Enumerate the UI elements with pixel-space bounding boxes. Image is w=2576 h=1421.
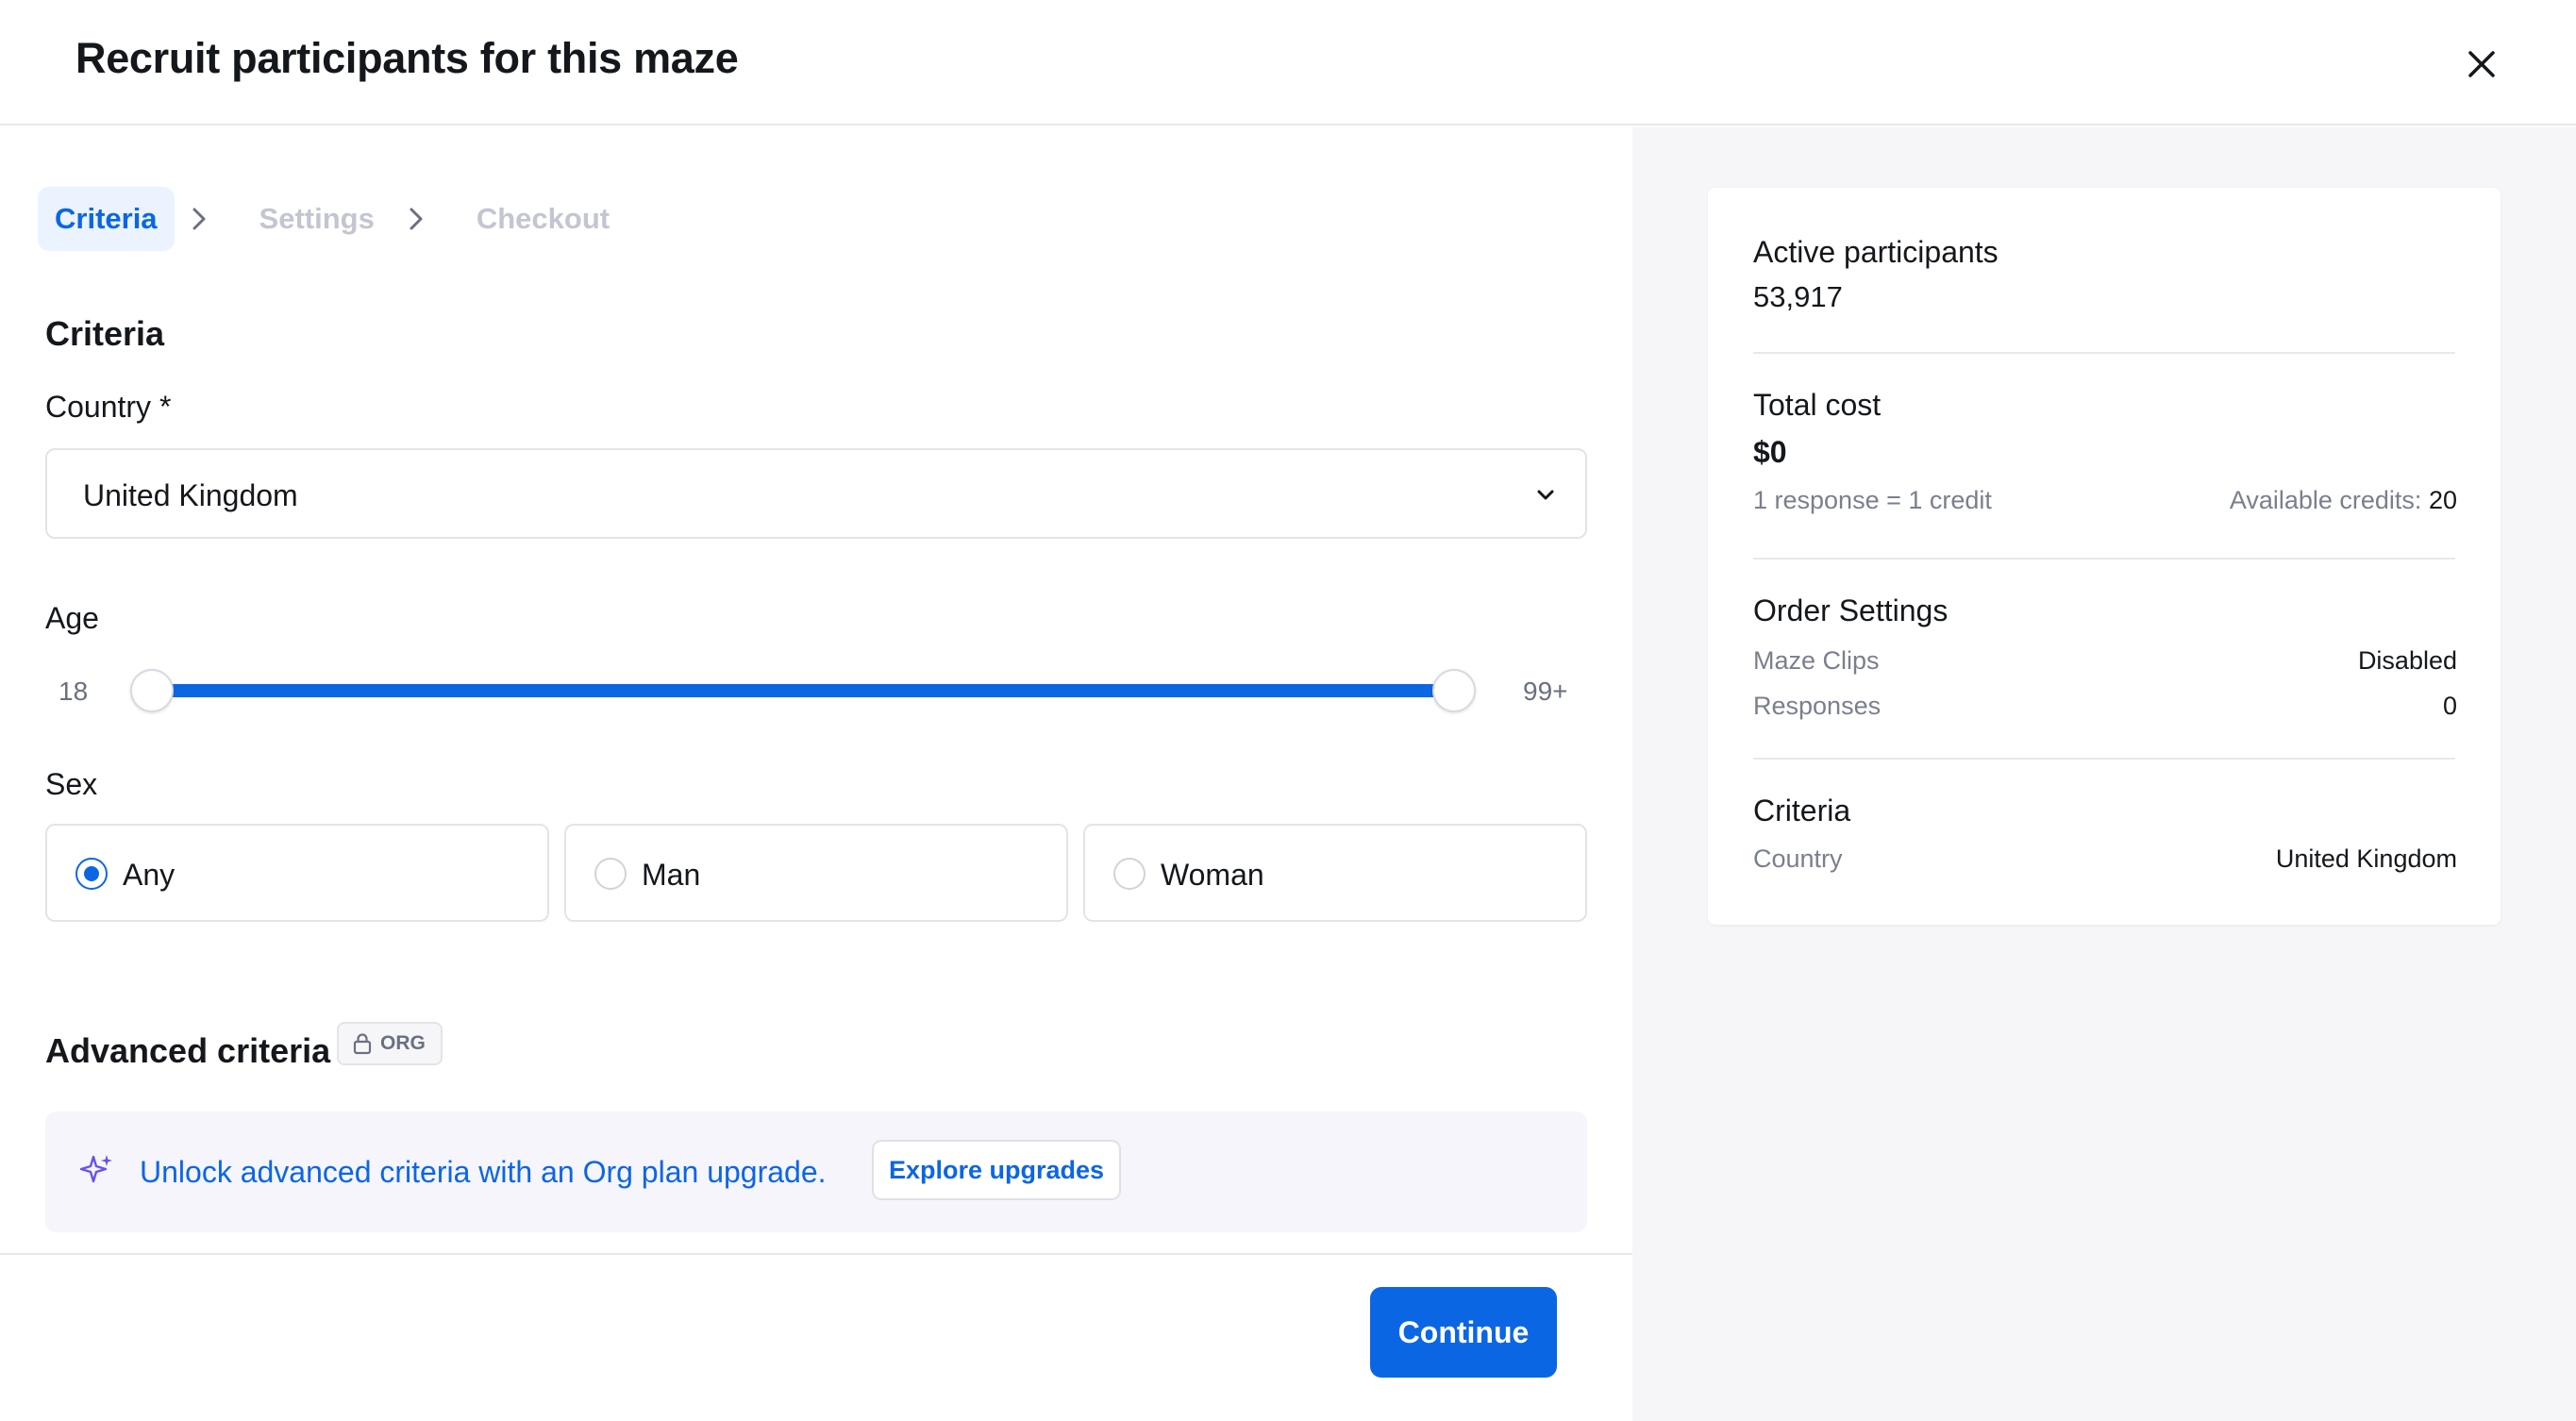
sex-option-label: Woman xyxy=(1161,858,1264,892)
modal-header: Recruit participants for this maze xyxy=(0,0,2576,125)
step-settings[interactable]: Settings xyxy=(243,187,392,251)
upgrade-message: Unlock advanced criteria with an Org pla… xyxy=(140,1155,827,1189)
sex-option-label: Man xyxy=(642,858,701,892)
modal-footer: Continue xyxy=(0,1253,1632,1421)
sex-option-man[interactable]: Man xyxy=(564,824,1068,922)
chevron-right-icon xyxy=(180,200,218,238)
modal-title: Recruit participants for this maze xyxy=(75,34,739,82)
maze-clips-value: Disabled xyxy=(2357,646,2457,675)
available-credits: Available credits: 20 xyxy=(2230,486,2457,515)
criteria-heading: Criteria xyxy=(45,314,165,353)
responses-value: 0 xyxy=(2442,692,2457,720)
order-summary-card: Active participants 53,917 Total cost $0… xyxy=(1708,188,2501,925)
sex-option-any[interactable]: Any xyxy=(45,824,549,922)
summary-country-label: Country xyxy=(1753,844,1843,873)
close-icon xyxy=(2468,51,2495,77)
available-credits-value: 20 xyxy=(2428,486,2457,514)
continue-button[interactable]: Continue xyxy=(1370,1287,1557,1378)
divider xyxy=(1753,558,2455,560)
age-max-value: 99+ xyxy=(1523,677,1568,706)
chevron-right-icon xyxy=(397,200,435,238)
step-criteria[interactable]: Criteria xyxy=(38,187,175,251)
active-participants-value: 53,917 xyxy=(1753,280,1843,313)
upgrade-banner: Unlock advanced criteria with an Org pla… xyxy=(45,1112,1587,1232)
age-range-track[interactable] xyxy=(151,684,1453,697)
sparkle-icon xyxy=(79,1155,112,1183)
total-cost-label: Total cost xyxy=(1753,388,1882,422)
summary-panel: Active participants 53,917 Total cost $0… xyxy=(1632,127,2576,1421)
explore-upgrades-button[interactable]: Explore upgrades xyxy=(872,1140,1122,1200)
org-badge-label: ORG xyxy=(380,1032,426,1054)
credit-rate-text: 1 response = 1 credit xyxy=(1753,486,1992,514)
radio-button xyxy=(594,858,627,890)
criteria-panel: Criteria Settings Checkout Criteria Coun… xyxy=(0,127,1632,1421)
country-select-value: United Kingdom xyxy=(83,478,298,512)
close-button[interactable] xyxy=(2465,47,2499,81)
lock-icon xyxy=(353,1033,372,1055)
age-max-handle[interactable] xyxy=(1432,669,1476,712)
order-settings-label: Order Settings xyxy=(1753,593,1949,627)
sex-label: Sex xyxy=(45,767,98,801)
country-label: Country * xyxy=(45,390,172,424)
stepper: Criteria Settings Checkout xyxy=(38,187,627,251)
age-min-handle[interactable] xyxy=(130,669,174,712)
radio-button xyxy=(75,858,108,890)
age-label: Age xyxy=(45,601,99,635)
chevron-down-icon xyxy=(1537,490,1554,500)
sex-option-label: Any xyxy=(123,858,176,892)
divider xyxy=(1753,352,2455,354)
age-min-value: 18 xyxy=(59,677,89,706)
available-credits-label: Available credits: xyxy=(2229,486,2422,514)
summary-criteria-label: Criteria xyxy=(1753,794,1851,828)
radio-button xyxy=(1113,858,1146,890)
divider xyxy=(1753,758,2455,760)
advanced-criteria-heading: Advanced criteria xyxy=(45,1031,331,1070)
org-badge: ORG xyxy=(337,1022,443,1065)
sex-option-woman[interactable]: Woman xyxy=(1083,824,1587,922)
responses-label: Responses xyxy=(1753,692,1882,720)
step-checkout[interactable]: Checkout xyxy=(460,187,627,251)
active-participants-label: Active participants xyxy=(1753,235,1999,269)
maze-clips-label: Maze Clips xyxy=(1753,646,1880,675)
country-select[interactable]: United Kingdom xyxy=(45,448,1587,539)
summary-country-value: United Kingdom xyxy=(2275,844,2457,873)
total-cost-value: $0 xyxy=(1753,435,1787,469)
